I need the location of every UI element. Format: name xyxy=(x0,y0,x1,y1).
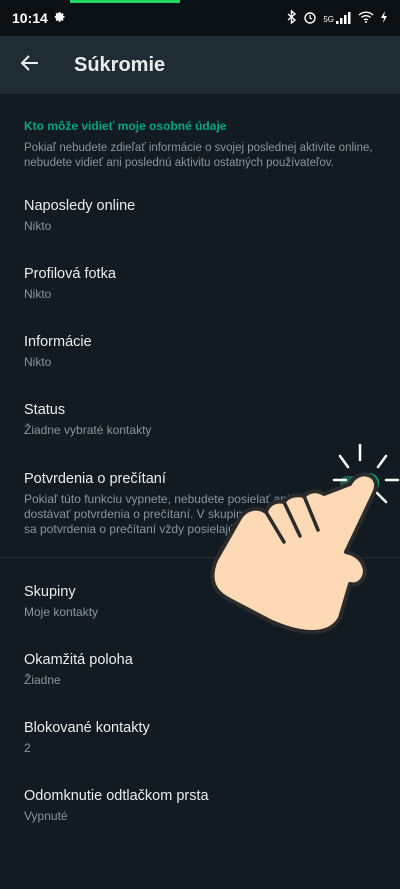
alarm-icon xyxy=(303,10,317,27)
status-bar: 10:14 5G xyxy=(0,0,400,36)
setting-title: Skupiny xyxy=(24,584,76,600)
setting-last-seen[interactable]: Naposledy online Nikto xyxy=(0,198,400,234)
setting-value: Moje kontakty xyxy=(24,605,99,619)
setting-title: Naposledy online xyxy=(24,198,136,214)
setting-title: Potvrdenia o prečítaní xyxy=(24,471,166,487)
toggle-knob xyxy=(359,473,379,493)
back-button[interactable] xyxy=(2,37,58,93)
setting-title: Profilová fotka xyxy=(24,266,116,282)
setting-value: Žiadne vybraté kontakty xyxy=(24,423,152,437)
setting-fingerprint-lock[interactable]: Odomknutie odtlačkom prsta Vypnuté xyxy=(0,788,400,824)
setting-description: Pokiaľ túto funkciu vypnete, nebudete po… xyxy=(24,492,320,536)
setting-value: Žiadne xyxy=(24,673,61,687)
arrow-left-icon xyxy=(20,53,40,78)
setting-value: Nikto xyxy=(24,219,52,233)
setting-status[interactable]: Status Žiadne vybraté kontakty xyxy=(0,402,400,438)
setting-about[interactable]: Informácie Nikto xyxy=(0,334,400,370)
setting-value: 2 xyxy=(24,741,31,755)
section-description: Pokiaľ nebudete zdieľať informácie o svo… xyxy=(24,142,373,169)
status-time: 10:14 xyxy=(12,10,48,26)
setting-blocked-contacts[interactable]: Blokované kontakty 2 xyxy=(0,720,400,756)
setting-title: Odomknutie odtlačkom prsta xyxy=(24,788,209,804)
setting-value: Nikto xyxy=(24,287,52,301)
page-title: Súkromie xyxy=(74,53,166,76)
bluetooth-icon xyxy=(287,8,297,27)
status-bar-indicator xyxy=(70,0,180,3)
setting-live-location[interactable]: Okamžitá poloha Žiadne xyxy=(0,652,400,688)
battery-charging-icon xyxy=(380,10,388,26)
setting-value: Nikto xyxy=(24,355,52,369)
setting-value: Vypnuté xyxy=(24,809,68,823)
wifi-icon xyxy=(358,10,374,26)
signal-icon: 5G xyxy=(323,12,352,24)
privacy-settings-list: Kto môže vidieť moje osobné údaje Pokiaľ… xyxy=(0,94,400,171)
network-type-label: 5G xyxy=(323,15,334,24)
setting-title: Status xyxy=(24,402,66,418)
app-bar: Súkromie xyxy=(0,36,400,94)
setting-profile-photo[interactable]: Profilová fotka Nikto xyxy=(0,266,400,302)
setting-title: Informácie xyxy=(24,334,92,350)
settings-gear-icon xyxy=(54,10,66,26)
read-receipts-toggle[interactable] xyxy=(340,473,379,493)
setting-groups[interactable]: Skupiny Moje kontakty xyxy=(0,584,400,620)
setting-title: Okamžitá poloha xyxy=(24,652,133,668)
divider xyxy=(0,557,400,558)
section-header: Kto môže vidieť moje osobné údaje xyxy=(24,119,227,133)
setting-title: Blokované kontakty xyxy=(24,720,150,736)
